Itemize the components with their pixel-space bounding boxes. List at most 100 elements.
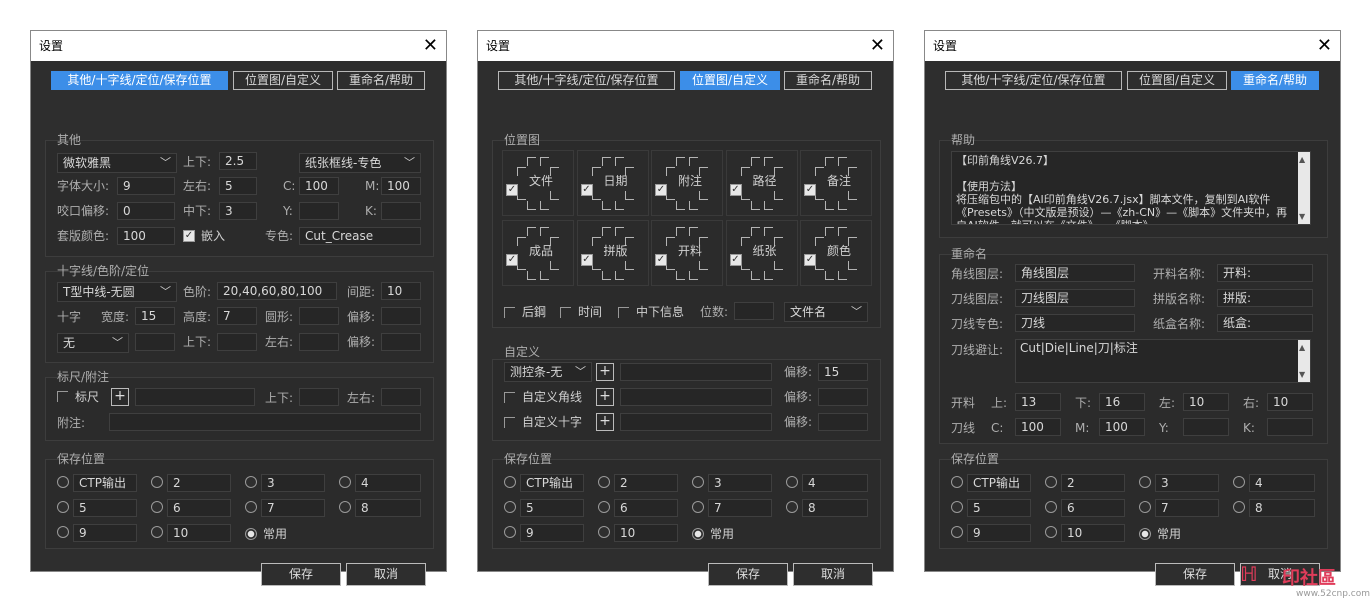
scroll-up-icon[interactable]: ▲ (1299, 153, 1305, 166)
cancel-button[interactable]: 取消 (793, 563, 873, 586)
scroll-down-icon[interactable]: ▼ (1299, 368, 1305, 381)
cancel-button[interactable]: 取消 (346, 563, 426, 586)
save-pos-field[interactable]: 4 (802, 474, 868, 492)
ruler-checkbox[interactable] (57, 391, 68, 402)
cut-left-field[interactable]: 10 (1183, 393, 1229, 411)
close-icon[interactable]: ✕ (423, 31, 438, 61)
offset2-field[interactable] (381, 333, 421, 351)
save-pos-field[interactable]: 3 (708, 474, 772, 492)
box-name-field[interactable]: 纸盒: (1217, 314, 1313, 332)
circle-field[interactable] (299, 307, 339, 325)
tab-posmap[interactable]: 位置图/自定义 (680, 71, 780, 90)
cell-checkbox[interactable]: ✓ (729, 184, 742, 196)
tab-other[interactable]: 其他/十字线/定位/保存位置 (51, 71, 228, 90)
tab-rename[interactable]: 重命名/帮助 (337, 71, 425, 90)
save-pos-radio[interactable] (151, 476, 163, 488)
save-pos-radio[interactable] (598, 526, 610, 538)
mid-field[interactable]: 3 (219, 202, 257, 220)
common-radio[interactable] (245, 528, 257, 540)
time-checkbox[interactable] (560, 307, 571, 318)
lr2-field[interactable] (299, 333, 339, 351)
save-pos-radio[interactable] (339, 476, 351, 488)
save-pos-radio[interactable] (57, 526, 69, 538)
save-pos-radio[interactable] (951, 476, 963, 488)
tab-posmap[interactable]: 位置图/自定义 (233, 71, 333, 90)
cross-type-select[interactable]: T型中线-无圆 ﹀ (57, 282, 177, 302)
save-pos-field[interactable]: 7 (708, 499, 772, 517)
save-pos-field[interactable]: 5 (520, 499, 584, 517)
close-icon[interactable]: ✕ (870, 31, 885, 61)
lr-field[interactable]: 5 (219, 177, 257, 195)
posmap-cell[interactable]: ✓ 备注 (800, 150, 872, 216)
cell-checkbox[interactable]: ✓ (580, 184, 593, 196)
mid-info-checkbox[interactable] (618, 307, 629, 318)
knife-c-field[interactable]: 100 (1015, 418, 1061, 436)
help-textarea[interactable]: 【印前角线V26.7】 【使用方法】 将压缩包中的【AI印前角线V26.7.js… (951, 151, 1311, 225)
posmap-cell[interactable]: ✓ 附注 (651, 150, 723, 216)
save-pos-field[interactable]: 9 (967, 524, 1031, 542)
control-add-button[interactable]: + (596, 363, 614, 381)
save-pos-radio[interactable] (151, 526, 163, 538)
levels-field[interactable]: 20,40,60,80,100 (217, 282, 337, 300)
ruler-ud-field[interactable] (299, 388, 339, 406)
spot-field[interactable]: Cut_Crease (299, 227, 421, 245)
save-pos-radio[interactable] (1233, 476, 1245, 488)
note-field[interactable] (109, 413, 421, 431)
paper-select[interactable]: 纸张框线-专色 ﹀ (299, 153, 421, 173)
posmap-cell[interactable]: ✓ 开料 (651, 220, 723, 286)
posmap-cell[interactable]: ✓ 纸张 (725, 220, 798, 286)
save-pos-radio[interactable] (57, 476, 69, 488)
mark-field[interactable] (135, 333, 175, 351)
cut-right-field[interactable]: 10 (1267, 393, 1313, 411)
cell-checkbox[interactable]: ✓ (506, 184, 518, 196)
save-pos-field[interactable]: 10 (167, 524, 231, 542)
save-pos-field[interactable]: CTP输出 (73, 474, 137, 492)
offset-field-3[interactable] (818, 413, 868, 431)
posmap-cell[interactable]: ✓ 成品 (502, 220, 574, 286)
save-pos-field[interactable]: 2 (614, 474, 678, 492)
common-radio[interactable] (1139, 528, 1151, 540)
save-pos-field[interactable]: 3 (261, 474, 325, 492)
posmap-cell[interactable]: ✓ 路径 (725, 150, 798, 216)
save-pos-radio[interactable] (692, 501, 704, 513)
posmap-cell[interactable]: ✓ 文件 (502, 150, 574, 216)
cut-down-field[interactable]: 16 (1099, 393, 1145, 411)
avoid-textarea[interactable]: Cut|Die|Line|刀|标注 ▲ ▼ (1015, 339, 1311, 383)
knife-layer-field[interactable]: 刀线图层 (1015, 289, 1135, 307)
save-pos-radio[interactable] (786, 476, 798, 488)
digits-field[interactable] (734, 302, 774, 320)
ruler-lr-field[interactable] (381, 388, 421, 406)
save-pos-radio[interactable] (1139, 476, 1151, 488)
save-pos-radio[interactable] (1045, 526, 1057, 538)
save-pos-radio[interactable] (598, 476, 610, 488)
save-pos-field[interactable]: 10 (614, 524, 678, 542)
tab-rename[interactable]: 重命名/帮助 (1231, 71, 1319, 90)
cell-checkbox[interactable]: ✓ (506, 254, 518, 266)
common-radio[interactable] (692, 528, 704, 540)
save-pos-field[interactable]: 6 (614, 499, 678, 517)
save-pos-radio[interactable] (245, 476, 257, 488)
updown-field[interactable]: 2.5 (219, 152, 257, 170)
save-pos-field[interactable]: 8 (1249, 499, 1315, 517)
save-pos-field[interactable]: 6 (1061, 499, 1125, 517)
save-pos-field[interactable]: 6 (167, 499, 231, 517)
save-pos-radio[interactable] (1045, 501, 1057, 513)
save-pos-field[interactable]: CTP输出 (967, 474, 1031, 492)
save-pos-field[interactable]: 5 (967, 499, 1031, 517)
save-pos-field[interactable]: 8 (355, 499, 421, 517)
name-select[interactable]: 文件名 ﹀ (784, 302, 868, 322)
tab-other[interactable]: 其他/十字线/定位/保存位置 (498, 71, 675, 90)
cell-checkbox[interactable]: ✓ (804, 254, 816, 266)
cell-checkbox[interactable]: ✓ (804, 184, 816, 196)
close-icon[interactable]: ✕ (1317, 31, 1332, 61)
cell-checkbox[interactable]: ✓ (655, 184, 667, 196)
help-scrollbar[interactable]: ▲ ▼ (1298, 152, 1310, 224)
mark-select[interactable]: 无 ﹀ (57, 333, 129, 353)
tab-other[interactable]: 其他/十字线/定位/保存位置 (945, 71, 1122, 90)
cut-name-field[interactable]: 开料: (1217, 264, 1313, 282)
save-pos-field[interactable]: 2 (1061, 474, 1125, 492)
save-pos-radio[interactable] (57, 501, 69, 513)
scroll-down-icon[interactable]: ▼ (1299, 210, 1305, 223)
corner-layer-field[interactable]: 角线图层 (1015, 264, 1135, 282)
scroll-up-icon[interactable]: ▲ (1299, 341, 1305, 354)
